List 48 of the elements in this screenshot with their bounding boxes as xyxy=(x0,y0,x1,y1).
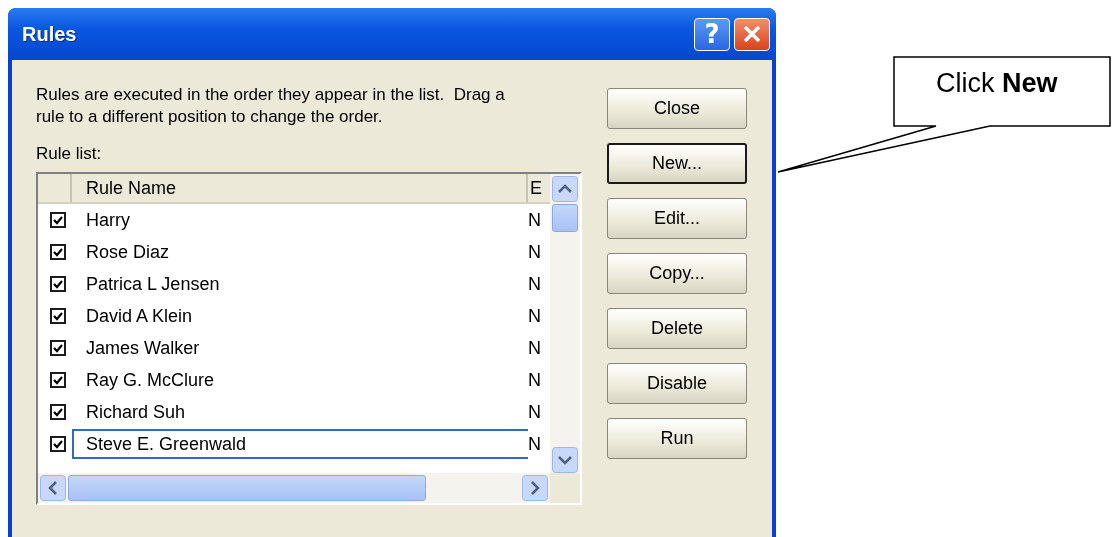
scroll-thumb[interactable] xyxy=(552,204,578,232)
checkbox[interactable] xyxy=(50,212,66,228)
list-label: Rule list: xyxy=(36,144,103,164)
column-header[interactable]: E xyxy=(528,174,550,202)
checkbox[interactable] xyxy=(50,244,66,260)
close-icon xyxy=(742,24,762,44)
checkbox[interactable] xyxy=(50,372,66,388)
dialog-button[interactable]: Run xyxy=(607,418,747,459)
dialog-button[interactable]: Close xyxy=(607,88,747,129)
rule-name[interactable]: James Walker xyxy=(72,333,528,363)
table-cell-text: N xyxy=(528,209,542,231)
checkbox[interactable] xyxy=(50,340,66,356)
table-cell-text: N xyxy=(528,305,542,327)
dialog-button[interactable]: Disable xyxy=(607,363,747,404)
callout-text: Click New xyxy=(936,68,1058,99)
dialog-button[interactable]: New... xyxy=(607,143,747,184)
column-header[interactable]: Rule Name xyxy=(72,174,528,202)
rule-name[interactable]: David A Klein xyxy=(72,301,528,331)
close-button[interactable] xyxy=(734,17,770,51)
rule-name[interactable]: Steve E. Greenwald xyxy=(72,429,528,459)
table-cell-text: N xyxy=(528,369,542,391)
rule-name[interactable]: Harry xyxy=(72,205,528,235)
scroll-right-button[interactable] xyxy=(522,475,548,501)
rule-name[interactable]: Rose Diaz xyxy=(72,237,528,267)
scroll-up-button[interactable] xyxy=(552,176,578,202)
scroll-thumb[interactable] xyxy=(68,475,426,501)
dialog-button[interactable]: Edit... xyxy=(607,198,747,239)
window-title: Rules xyxy=(21,22,78,46)
checkbox[interactable] xyxy=(50,276,66,292)
rule-name[interactable]: Ray G. McClure xyxy=(72,365,528,395)
table-cell-text: N xyxy=(528,337,542,359)
scrollbar-corner xyxy=(550,473,580,503)
rule-name[interactable]: Patrica L Jensen xyxy=(72,269,528,299)
instruction-text: Rules are executed in the order they appear in the list. Drag a rule to a different position to change the order. xyxy=(36,84,506,128)
table-cell-text: N xyxy=(528,433,542,455)
table-cell-text: N xyxy=(528,401,542,423)
table-cell-text: N xyxy=(528,241,542,263)
table-cell-text: N xyxy=(528,273,542,295)
horizontal-scrollbar[interactable] xyxy=(38,473,550,503)
checkbox[interactable] xyxy=(50,404,66,420)
checkbox[interactable] xyxy=(50,308,66,324)
scroll-down-button[interactable] xyxy=(552,447,578,473)
dialog-button[interactable]: Copy... xyxy=(607,253,747,294)
scroll-left-button[interactable] xyxy=(40,475,66,501)
dialog-button[interactable]: Delete xyxy=(607,308,747,349)
rule-name[interactable]: Richard Suh xyxy=(72,397,528,427)
vertical-scrollbar[interactable] xyxy=(550,174,580,473)
checkbox[interactable] xyxy=(50,436,66,452)
